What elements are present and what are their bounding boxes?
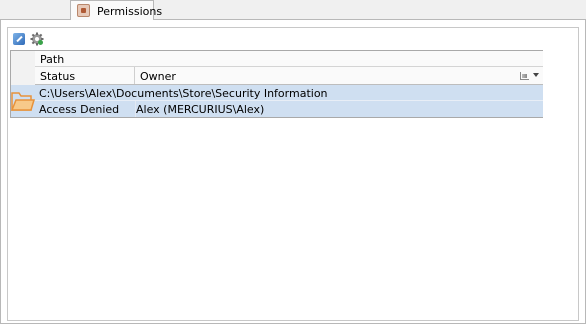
wrench-icon (13, 33, 25, 45)
chevron-down-icon[interactable] (533, 73, 539, 77)
path-header-label: Path (40, 53, 65, 66)
row-path: C:\Users\Alex\Documents\Store\Security I… (39, 87, 328, 100)
lock-document-icon (77, 4, 90, 17)
permissions-grid: Path Status Owner C:\Users\Alex\Document… (10, 50, 543, 118)
wrench-button[interactable] (12, 32, 26, 46)
folder-icon (11, 92, 35, 111)
header-row-secondary: Status Owner (35, 67, 543, 85)
row-status: Access Denied (39, 103, 120, 116)
column-header-status[interactable]: Status (35, 67, 135, 84)
column-header-path[interactable]: Path (35, 51, 543, 67)
row-owner: Alex (MERCURIUS\Alex) (136, 103, 265, 116)
tab-permissions[interactable]: Permissions (70, 0, 162, 20)
permissions-panel: Path Status Owner C:\Users\Alex\Document… (0, 19, 586, 324)
settings-button[interactable] (30, 32, 44, 46)
column-header-owner[interactable]: Owner (135, 67, 543, 84)
owner-header-label: Owner (140, 70, 176, 83)
column-filter-icon[interactable] (520, 72, 529, 80)
status-header-label: Status (40, 70, 76, 83)
gear-icon (30, 32, 44, 46)
tab-label: Permissions (97, 5, 163, 18)
row-divider (35, 100, 543, 101)
table-row[interactable]: C:\Users\Alex\Documents\Store\Security I… (11, 85, 543, 117)
permissions-view: Path Status Owner C:\Users\Alex\Document… (7, 27, 579, 321)
